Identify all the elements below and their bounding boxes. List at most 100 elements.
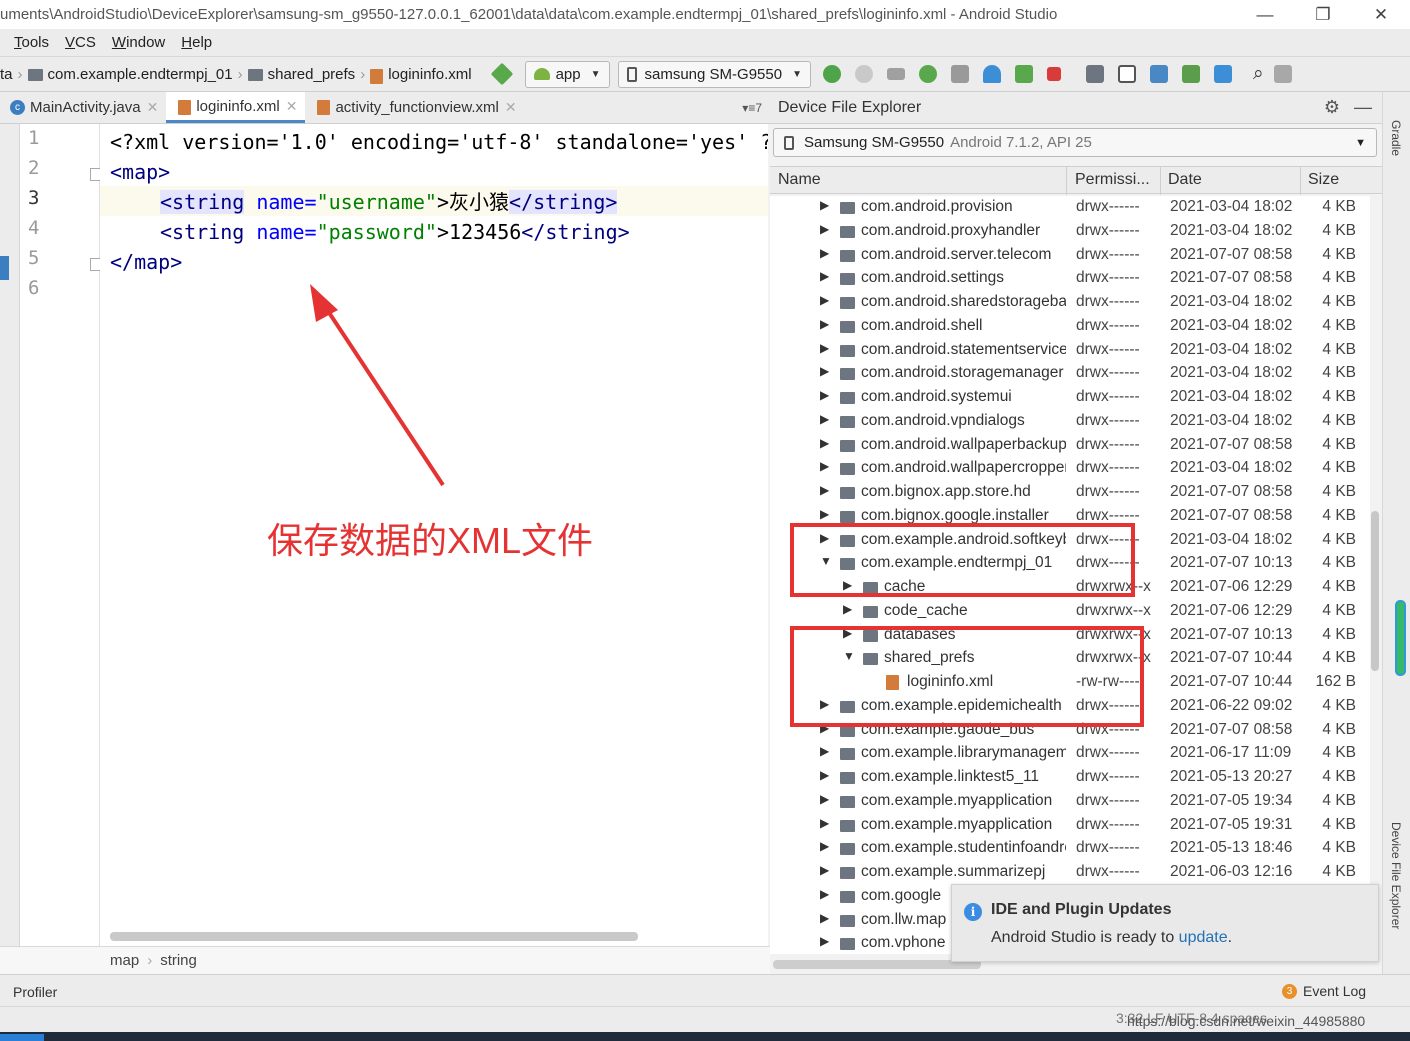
chevron-right-icon[interactable]: ▶ bbox=[820, 459, 829, 473]
chevron-right-icon[interactable]: ▶ bbox=[820, 436, 829, 450]
minimize-button[interactable]: — bbox=[1236, 5, 1294, 25]
chevron-right-icon[interactable]: ▶ bbox=[820, 222, 829, 236]
sync-icon[interactable] bbox=[1117, 65, 1136, 83]
gradle-tool-button[interactable]: Gradle bbox=[1389, 120, 1403, 156]
breadcrumb-string[interactable]: string bbox=[160, 952, 197, 969]
device-dropdown[interactable]: Samsung SM-G9550 Android 7.1.2, API 25 ▼ bbox=[773, 128, 1377, 157]
chevron-right-icon[interactable]: ▶ bbox=[820, 792, 829, 806]
tab-mainactivity[interactable]: c MainActivity.java ✕ bbox=[0, 92, 166, 123]
column-date[interactable]: Date bbox=[1168, 171, 1202, 189]
close-icon[interactable]: ✕ bbox=[286, 98, 298, 115]
file-tree-row[interactable]: ▶ com.android.sharedstoragebackup drwx----… bbox=[770, 291, 1370, 315]
gradle-sync-icon[interactable] bbox=[1149, 65, 1168, 83]
chevron-right-icon[interactable]: ▶ bbox=[820, 507, 829, 521]
maximize-button[interactable]: ❐ bbox=[1294, 5, 1352, 25]
project-structure-icon[interactable] bbox=[1085, 65, 1104, 83]
search-icon[interactable]: ⌕ bbox=[1253, 63, 1264, 85]
chevron-right-icon[interactable]: ▶ bbox=[820, 317, 829, 331]
breadcrumb-item[interactable]: logininfo.xml bbox=[388, 66, 471, 83]
file-tree-row[interactable]: ▶ com.android.settings drwx------ 2021-07-0… bbox=[770, 267, 1370, 291]
gear-icon[interactable]: ⚙ bbox=[1324, 97, 1340, 118]
chevron-right-icon[interactable]: ▶ bbox=[820, 887, 829, 901]
avd-manager-icon[interactable] bbox=[1181, 65, 1200, 83]
tabs-overflow-button[interactable]: ▾≡7 bbox=[734, 92, 770, 123]
file-tree-row[interactable]: ▶ com.example.myapplication drwx------ 2021… bbox=[770, 790, 1370, 814]
close-icon[interactable]: ✕ bbox=[505, 99, 517, 116]
profiler-tool-button[interactable]: Profiler bbox=[13, 984, 57, 1000]
chevron-right-icon[interactable]: ▶ bbox=[820, 388, 829, 402]
menu-vcs[interactable]: VCS bbox=[65, 34, 96, 51]
avatar[interactable] bbox=[1273, 65, 1292, 83]
file-tree-row[interactable]: ▶ com.android.storagemanager drwx------ 202… bbox=[770, 362, 1370, 386]
column-name[interactable]: Name bbox=[778, 171, 821, 189]
run-config-select[interactable]: app ▼ bbox=[524, 60, 610, 88]
chevron-right-icon[interactable]: ▶ bbox=[820, 934, 829, 948]
event-log-button[interactable]: 3 Event Log bbox=[1282, 983, 1366, 999]
breadcrumb-item[interactable]: com.example.endtermpj_01 bbox=[48, 66, 233, 83]
file-tree-row[interactable]: ▶ com.example.linktest5_11 drwx------ 2021-… bbox=[770, 766, 1370, 790]
tab-logininfo[interactable]: logininfo.xml ✕ bbox=[166, 92, 306, 123]
menu-tools[interactable]: Tools bbox=[14, 34, 49, 51]
chevron-right-icon[interactable]: ▶ bbox=[820, 269, 829, 283]
chevron-right-icon[interactable]: ▶ bbox=[820, 839, 829, 853]
file-tree-row[interactable]: ▶ com.android.proxyhandler drwx------ 2021-… bbox=[770, 220, 1370, 244]
file-tree-row[interactable]: ▶ com.example.summarizepj drwx------ 2021-0… bbox=[770, 861, 1370, 885]
menu-window[interactable]: Window bbox=[112, 34, 165, 51]
tab-activity-functionview[interactable]: activity_functionview.xml ✕ bbox=[305, 92, 524, 123]
file-tree-row[interactable]: ▶ com.android.vpndialogs drwx------ 2021-03… bbox=[770, 410, 1370, 434]
chevron-right-icon[interactable]: ▶ bbox=[820, 412, 829, 426]
close-button[interactable]: ✕ bbox=[1352, 5, 1410, 25]
file-tree-row[interactable]: ▶ com.example.librarymanagement drwx------… bbox=[770, 742, 1370, 766]
chevron-right-icon[interactable]: ▶ bbox=[820, 483, 829, 497]
file-tree-row[interactable]: ▶ com.bignox.app.store.hd drwx------ 2021-0… bbox=[770, 481, 1370, 505]
attach-debugger-icon[interactable] bbox=[1014, 65, 1033, 83]
file-tree-row[interactable]: ▶ com.android.wallpapercropper drwx------ 2… bbox=[770, 457, 1370, 481]
breadcrumb-item[interactable]: shared_prefs bbox=[268, 66, 356, 83]
update-link[interactable]: update bbox=[1179, 929, 1228, 946]
start-button[interactable] bbox=[0, 1034, 44, 1041]
chevron-right-icon[interactable]: ▶ bbox=[820, 768, 829, 782]
file-tree-row[interactable]: ▶ com.android.shell drwx------ 2021-03-04 1… bbox=[770, 315, 1370, 339]
device-file-explorer-tool-button[interactable]: Device File Explorer bbox=[1389, 822, 1403, 929]
column-permissions[interactable]: Permissi... bbox=[1075, 171, 1150, 189]
apply-code-changes-icon[interactable] bbox=[854, 65, 873, 83]
minimize-panel-icon[interactable]: — bbox=[1354, 97, 1372, 118]
file-tree-row[interactable]: ▶ com.android.provision drwx------ 2021-03-… bbox=[770, 196, 1370, 220]
chevron-right-icon[interactable]: ▶ bbox=[820, 364, 829, 378]
breadcrumb-item[interactable]: ta bbox=[0, 66, 13, 83]
chevron-right-icon[interactable]: ▶ bbox=[820, 341, 829, 355]
hammer-build-icon[interactable] bbox=[490, 62, 513, 86]
scrollbar-thumb[interactable] bbox=[1371, 511, 1379, 671]
device-select[interactable]: samsung SM-G9550 ▼ bbox=[617, 60, 811, 88]
file-tree-row[interactable]: ▶ com.android.wallpaperbackup drwx------ 20… bbox=[770, 434, 1370, 458]
editor-horizontal-scrollbar[interactable] bbox=[110, 932, 638, 941]
file-tree-row[interactable]: ▶ com.example.myapplication drwx------ 2021… bbox=[770, 814, 1370, 838]
stop-icon[interactable] bbox=[1046, 67, 1061, 81]
chevron-right-icon[interactable]: ▶ bbox=[820, 198, 829, 212]
sdk-manager-icon[interactable] bbox=[1213, 65, 1232, 83]
list-icon[interactable] bbox=[886, 68, 905, 80]
chevron-right-icon[interactable]: ▶ bbox=[820, 816, 829, 830]
chevron-right-icon[interactable]: ▶ bbox=[820, 911, 829, 925]
chevron-right-icon[interactable]: ▶ bbox=[843, 602, 852, 616]
file-tree-row[interactable]: ▶ com.android.systemui drwx------ 2021-03-0… bbox=[770, 386, 1370, 410]
file-tree-horizontal-scrollbar[interactable] bbox=[773, 960, 981, 969]
close-icon[interactable]: ✕ bbox=[147, 99, 159, 116]
chevron-right-icon[interactable]: ▶ bbox=[820, 246, 829, 260]
menu-help[interactable]: Help bbox=[181, 34, 212, 51]
coverage-icon[interactable] bbox=[950, 65, 969, 83]
debug-icon[interactable] bbox=[918, 65, 937, 83]
update-notification[interactable]: i IDE and Plugin Updates Android Studio … bbox=[951, 884, 1379, 962]
file-tree-vertical-scrollbar[interactable] bbox=[1370, 196, 1380, 954]
file-tree-row[interactable]: ▶ com.example.studentinfoandroid drwx-----… bbox=[770, 837, 1370, 861]
file-tree-row[interactable]: ▶ com.android.server.telecom drwx------ 202… bbox=[770, 244, 1370, 268]
chevron-right-icon[interactable]: ▶ bbox=[820, 863, 829, 877]
breadcrumb-map[interactable]: map bbox=[110, 952, 139, 969]
file-tree-row[interactable]: ▶ code_cache drwxrwx--x 2021-07-06 12:29 4 K… bbox=[770, 600, 1370, 624]
column-size[interactable]: Size bbox=[1308, 171, 1339, 189]
file-tree-row[interactable]: ▶ com.android.statementservice drwx------ 2… bbox=[770, 339, 1370, 363]
profile-icon[interactable] bbox=[982, 65, 1001, 83]
chevron-right-icon[interactable]: ▶ bbox=[820, 744, 829, 758]
chevron-right-icon[interactable]: ▶ bbox=[820, 293, 829, 307]
apply-changes-icon[interactable] bbox=[822, 65, 841, 83]
